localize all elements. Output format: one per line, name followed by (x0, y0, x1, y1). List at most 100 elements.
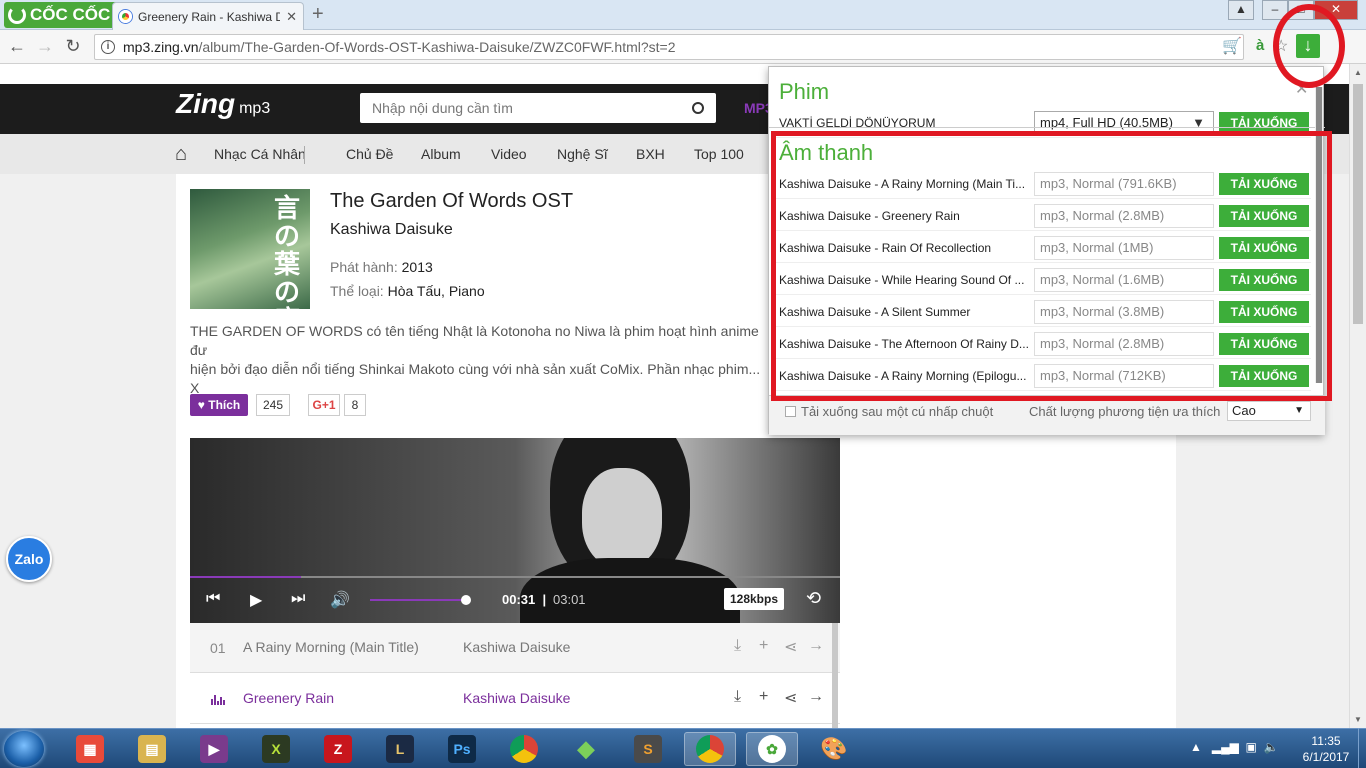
zing-logo[interactable]: Zing mp3 (176, 88, 270, 120)
album-artist[interactable]: Kashiwa Daisuke (330, 221, 453, 239)
next-track-icon[interactable]: ⏭ (291, 590, 305, 608)
browser-tab[interactable]: Greenery Rain - Kashiwa D ✕ (112, 2, 304, 30)
app-grid-icon: ▦ (76, 735, 104, 763)
scroll-up-icon[interactable]: ▲ (1354, 68, 1362, 77)
chrome-icon (696, 735, 724, 763)
repeat-icon[interactable]: ⟲ (806, 588, 821, 609)
vietnamese-input-icon[interactable]: à (1256, 37, 1264, 54)
one-click-checkbox[interactable] (785, 406, 796, 417)
add-icon[interactable]: + (759, 688, 768, 706)
release-info: Phát hành: 2013 (330, 259, 433, 275)
scroll-down-icon[interactable]: ▼ (1354, 715, 1362, 724)
quality-label: Chất lượng phương tiện ưa thích (1029, 404, 1221, 419)
cover-title-text: 言の葉の庭 (274, 194, 301, 309)
start-button[interactable] (4, 731, 44, 767)
app-name: CỐC CỐC (30, 5, 111, 24)
sublime-icon: S (634, 735, 662, 763)
search-input[interactable]: Nhập nội dung cần tìm (360, 93, 716, 123)
tab-close-icon[interactable]: ✕ (286, 9, 297, 25)
section-divider (769, 127, 1325, 128)
taskbar-app[interactable]: L (374, 732, 426, 766)
volume-icon[interactable]: 🔊 (330, 590, 350, 610)
quality-select[interactable]: Cao ▼ (1227, 401, 1311, 421)
menu-item-album[interactable]: Album (421, 146, 461, 162)
navigation-bar: ← → ↻ i mp3.zing.vn/album/The-Garden-Of-… (0, 30, 1366, 64)
total-time: 03:01 (553, 592, 586, 607)
like-button[interactable]: ♥ Thích (190, 394, 248, 416)
track-row[interactable]: Greenery Rain Kashiwa Daisuke ⤓ + ⋖ → (190, 674, 840, 724)
menu-item-artists[interactable]: Nghệ Sĩ (557, 146, 608, 162)
shopping-cart-icon[interactable]: 🛒 (1222, 36, 1242, 56)
gem-icon: ◆ (577, 736, 595, 761)
taskbar-app[interactable]: 🎨 (808, 732, 860, 766)
track-row[interactable]: 01 A Rainy Morning (Main Title) Kashiwa … (190, 623, 840, 673)
arrow-right-icon[interactable]: → (808, 688, 824, 706)
menu-item-topics[interactable]: Chủ Đề (346, 146, 393, 162)
video-section-title: Phim (779, 79, 830, 104)
search-placeholder: Nhập nội dung cần tìm (372, 100, 513, 116)
system-tray[interactable]: ▲ ▂▄▆ ▣ 🔈 (1190, 740, 1278, 754)
arrow-right-icon[interactable]: → (808, 637, 824, 655)
track-name[interactable]: A Rainy Morning (Main Title) (243, 639, 419, 655)
menu-divider (304, 146, 305, 164)
coccoc-logo[interactable]: CỐC CỐC (4, 2, 119, 28)
browser-title-bar: CỐC CỐC Greenery Rain - Kashiwa D ✕ + ▲ … (0, 0, 1366, 30)
genre-value[interactable]: Hòa Tấu, Piano (388, 283, 485, 299)
scrollbar-thumb[interactable] (1353, 84, 1363, 324)
volume-slider-knob[interactable] (461, 595, 471, 605)
progress-bar-fill (190, 576, 301, 578)
one-click-label[interactable]: Tải xuống sau một cú nhấp chuột (801, 404, 993, 419)
menu-item-video[interactable]: Video (491, 146, 527, 162)
taskbar-app[interactable] (684, 732, 736, 766)
taskbar-app[interactable] (498, 732, 550, 766)
coccoc-leaf-icon (8, 6, 26, 24)
taskbar-app[interactable]: ◆ (560, 732, 612, 766)
taskbar-app[interactable]: Z (312, 732, 364, 766)
google-plus-button[interactable]: G+1 (308, 394, 340, 416)
previous-track-icon[interactable]: ⏮ (206, 590, 220, 608)
zalo-chat-button[interactable]: Zalo (6, 536, 52, 582)
video-chat-icon: ▶ (200, 735, 228, 763)
new-tab-button[interactable]: + (312, 4, 324, 24)
track-artist[interactable]: Kashiwa Daisuke (463, 690, 570, 706)
clock-time: 11:35 (1311, 734, 1341, 748)
play-icon[interactable]: ▶ (250, 590, 262, 610)
track-artist[interactable]: Kashiwa Daisuke (463, 639, 570, 655)
bitrate-button[interactable]: 128kbps (724, 588, 784, 610)
paint-icon: 🎨 (820, 736, 848, 761)
track-name[interactable]: Greenery Rain (243, 690, 334, 706)
back-arrow-icon[interactable]: ← (6, 36, 28, 57)
search-icon[interactable] (692, 102, 704, 114)
clock[interactable]: 11:35 6/1/2017 (1296, 733, 1356, 765)
download-icon[interactable]: ⤓ (734, 637, 741, 655)
show-desktop-button[interactable] (1358, 728, 1366, 768)
menu-item-top100[interactable]: Top 100 (694, 146, 744, 162)
address-bar[interactable]: i mp3.zing.vn/album/The-Garden-Of-Words-… (94, 34, 1244, 60)
taskbar-app[interactable]: X (250, 732, 302, 766)
user-icon[interactable]: ▲ (1228, 0, 1254, 20)
download-icon[interactable]: ⤓ (734, 688, 741, 706)
taskbar-app[interactable]: ✿ (746, 732, 798, 766)
menu-item-personal[interactable]: Nhạc Cá Nhân (214, 146, 306, 162)
menu-item-charts[interactable]: BXH (636, 146, 665, 162)
track-number: 01 (210, 640, 226, 656)
home-icon[interactable]: ⌂ (175, 143, 187, 166)
add-icon[interactable]: + (759, 637, 768, 655)
tracklist-scrollbar[interactable] (832, 623, 838, 728)
forward-arrow-icon[interactable]: → (34, 36, 56, 57)
share-icon[interactable]: ⋖ (784, 637, 797, 657)
reload-icon[interactable]: ↻ (62, 36, 84, 57)
taskbar-app[interactable]: ▦ (64, 732, 116, 766)
description-line: hiện bởi đạo diễn nổi tiếng Shinkai Mako… (190, 361, 761, 396)
site-info-icon[interactable]: i (101, 40, 115, 54)
share-icon[interactable]: ⋖ (784, 688, 797, 708)
taskbar-app[interactable]: ▶ (188, 732, 240, 766)
page-scrollbar[interactable]: ▲ ▼ (1349, 64, 1366, 728)
taskbar-app[interactable]: Ps (436, 732, 488, 766)
like-count: 245 (256, 394, 290, 416)
xampp-icon: X (262, 735, 290, 763)
taskbar-app[interactable]: S (622, 732, 674, 766)
album-cover[interactable]: 言の葉の庭 (190, 189, 310, 309)
taskbar-app[interactable]: ▤ (126, 732, 178, 766)
filezilla-icon: Z (324, 735, 352, 763)
